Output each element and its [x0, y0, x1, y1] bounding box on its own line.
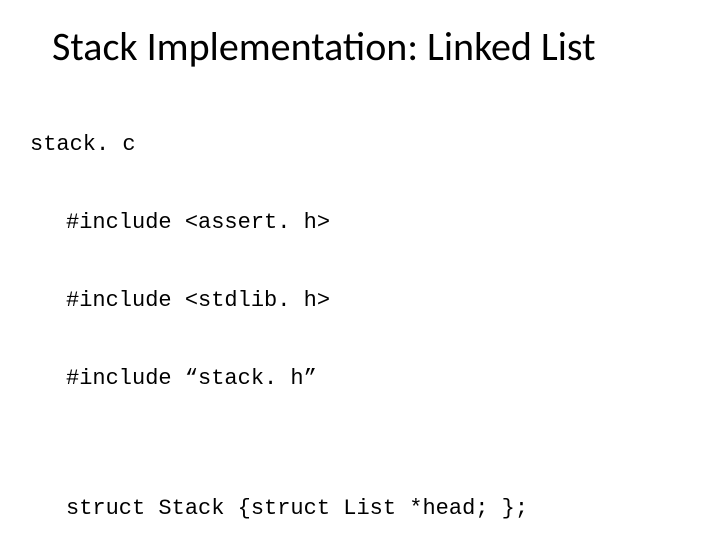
code-line: stack. c — [30, 132, 673, 158]
code-line: #include <stdlib. h> — [30, 288, 673, 314]
code-block: stack. c #include <assert. h> #include <… — [30, 80, 673, 540]
code-line: struct Stack {struct List *head; }; — [30, 496, 673, 522]
slide-title: Stack Implementation: Linked List — [52, 22, 596, 71]
slide: Stack Implementation: Linked List stack.… — [0, 0, 720, 540]
code-line: #include “stack. h” — [30, 366, 673, 392]
code-line: #include <assert. h> — [30, 210, 673, 236]
